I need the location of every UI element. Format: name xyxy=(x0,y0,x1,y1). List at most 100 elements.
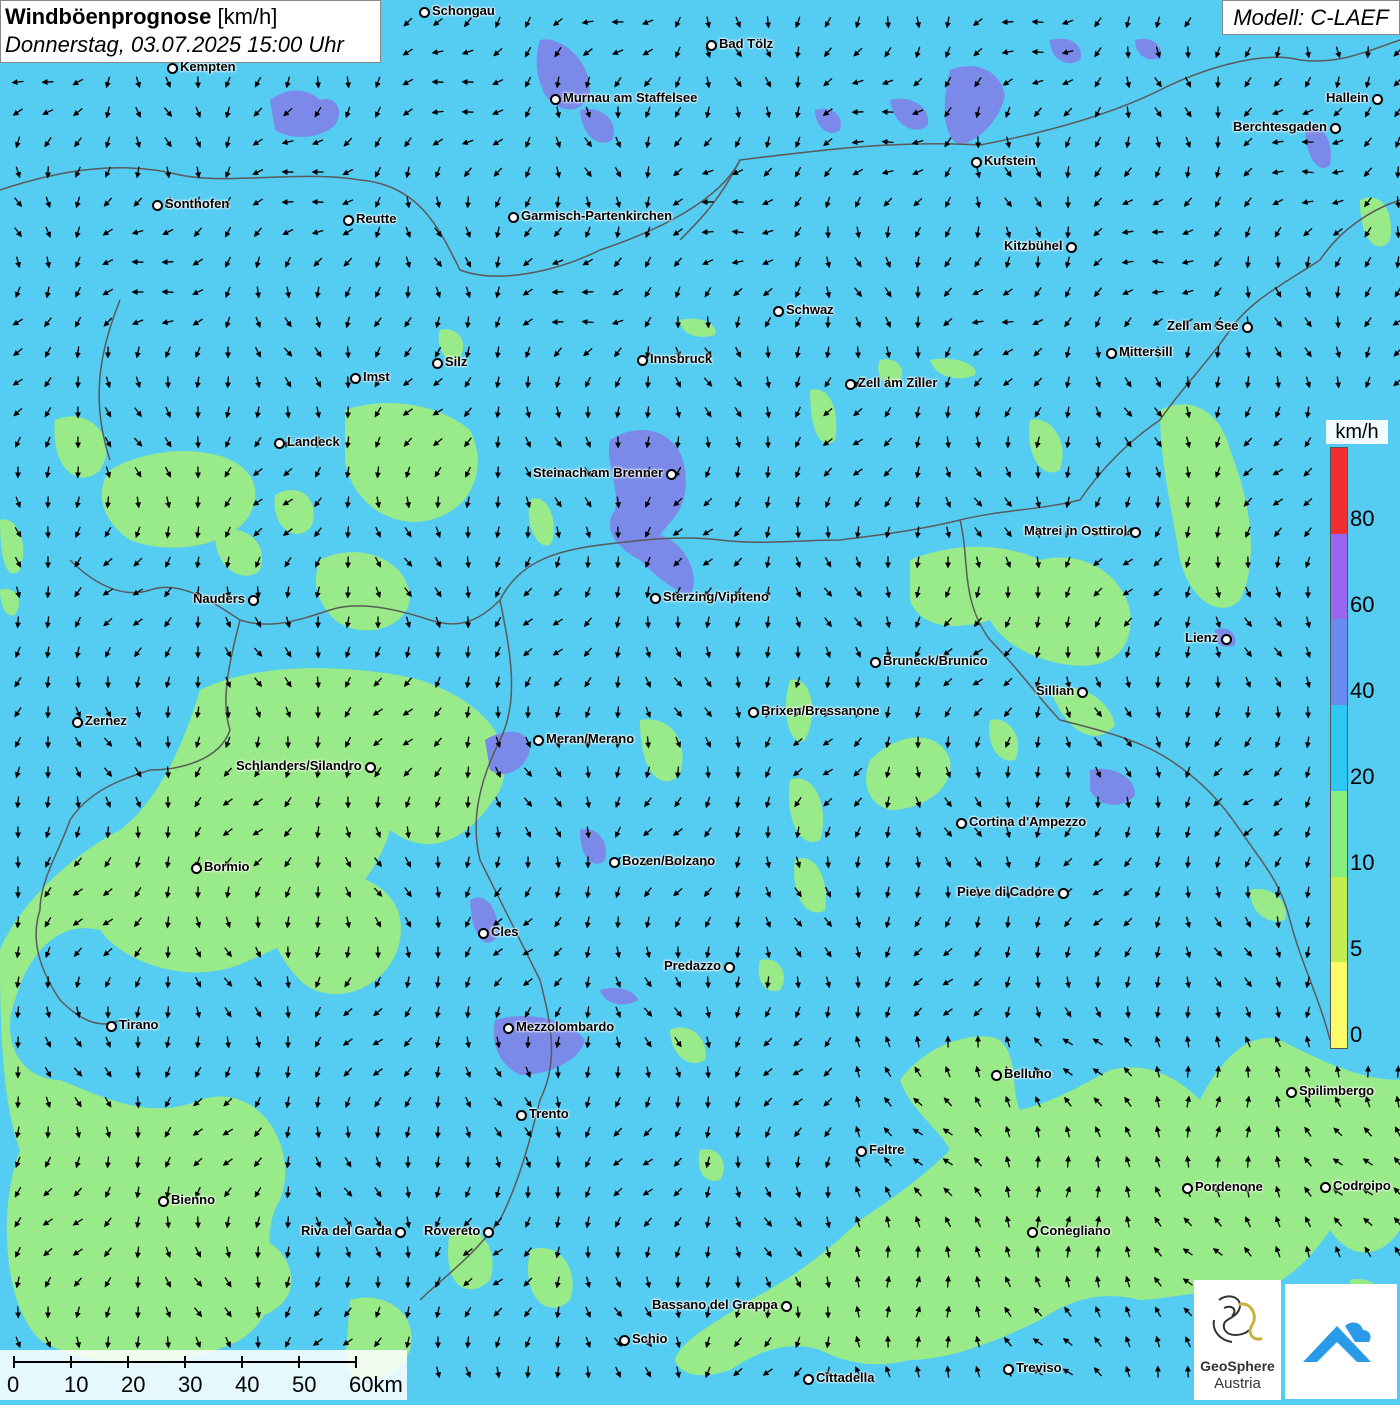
city-marker[interactable] xyxy=(158,1196,169,1207)
wind-arrow xyxy=(318,887,319,898)
wind-arrow xyxy=(1098,467,1099,478)
city-marker[interactable] xyxy=(845,379,856,390)
wind-arrow xyxy=(708,977,709,988)
wind-arrow xyxy=(553,292,564,293)
scale-label: 30 xyxy=(178,1372,202,1398)
city-marker[interactable] xyxy=(503,1023,514,1034)
city-marker[interactable] xyxy=(419,7,430,18)
city-marker[interactable] xyxy=(191,863,202,874)
wind-arrow xyxy=(348,347,349,358)
wind-arrow xyxy=(618,1067,619,1078)
wind-arrow xyxy=(918,317,919,328)
wind-arrow xyxy=(1398,1067,1399,1078)
city-marker[interactable] xyxy=(516,1110,527,1121)
legend-segment xyxy=(1331,962,1347,1048)
city-marker[interactable] xyxy=(350,373,361,384)
city-marker[interactable] xyxy=(748,707,759,718)
city-marker[interactable] xyxy=(956,818,967,829)
city-marker[interactable] xyxy=(666,469,677,480)
city-marker[interactable] xyxy=(637,355,648,366)
city-marker[interactable] xyxy=(706,40,717,51)
wind-arrow xyxy=(978,137,979,148)
city-marker[interactable] xyxy=(1320,1182,1331,1193)
wind-arrow xyxy=(888,1247,889,1258)
city-label: Kufstein xyxy=(984,153,1036,168)
wind-arrow xyxy=(1278,257,1279,268)
city-marker[interactable] xyxy=(365,762,376,773)
city-label: Bienno xyxy=(171,1192,215,1207)
city-marker[interactable] xyxy=(106,1021,117,1032)
city-marker[interactable] xyxy=(167,63,178,74)
model-label: Modell: C-LAEF xyxy=(1222,0,1400,35)
geosphere-logo: GeoSphere Austria xyxy=(1194,1280,1281,1400)
city-marker[interactable] xyxy=(478,928,489,939)
wind-arrow xyxy=(498,467,499,478)
city-marker[interactable] xyxy=(152,200,163,211)
wind-arrow xyxy=(288,1217,289,1228)
city-marker[interactable] xyxy=(619,1335,630,1346)
city-marker[interactable] xyxy=(803,1374,814,1385)
scale-label: 0 xyxy=(7,1372,19,1398)
wind-arrow xyxy=(648,377,649,388)
city-marker[interactable] xyxy=(1242,322,1253,333)
city-marker[interactable] xyxy=(1182,1183,1193,1194)
city-marker[interactable] xyxy=(1221,634,1232,645)
city-marker[interactable] xyxy=(781,1301,792,1312)
city-marker[interactable] xyxy=(971,157,982,168)
scale-label: 20 xyxy=(121,1372,145,1398)
wind-arrow xyxy=(18,1307,19,1318)
city-marker[interactable] xyxy=(991,1070,1002,1081)
city-marker[interactable] xyxy=(1330,123,1341,134)
city-marker[interactable] xyxy=(1066,242,1077,253)
city-label: Hallein xyxy=(1326,90,1369,105)
wind-arrow xyxy=(1188,1367,1189,1378)
city-marker[interactable] xyxy=(1130,527,1141,538)
wind-arrow xyxy=(1033,52,1044,53)
city-marker[interactable] xyxy=(72,717,83,728)
geosphere-logo-icon xyxy=(1194,1280,1281,1358)
city-marker[interactable] xyxy=(1003,1364,1014,1375)
city-label: Sillian xyxy=(1036,683,1074,698)
city-marker[interactable] xyxy=(248,595,259,606)
city-marker[interactable] xyxy=(870,657,881,668)
city-marker[interactable] xyxy=(550,94,561,105)
wind-arrow xyxy=(678,1277,679,1288)
city-marker[interactable] xyxy=(1372,94,1383,105)
city-label: Cles xyxy=(491,924,518,939)
wind-arrow xyxy=(468,197,469,208)
city-marker[interactable] xyxy=(856,1146,867,1157)
wind-arrow xyxy=(1033,22,1044,23)
city-marker[interactable] xyxy=(508,212,519,223)
city-label: Bruneck/Brunico xyxy=(883,653,988,668)
city-marker[interactable] xyxy=(432,358,443,369)
city-marker[interactable] xyxy=(274,438,285,449)
city-label: Trento xyxy=(529,1106,569,1121)
city-marker[interactable] xyxy=(395,1227,406,1238)
city-marker[interactable] xyxy=(343,215,354,226)
city-marker[interactable] xyxy=(773,306,784,317)
wind-arrow xyxy=(168,767,169,778)
city-marker[interactable] xyxy=(1106,348,1117,359)
wind-arrow xyxy=(18,857,19,868)
wind-arrow xyxy=(163,292,174,293)
city-marker[interactable] xyxy=(533,735,544,746)
city-marker[interactable] xyxy=(650,593,661,604)
wind-arrow xyxy=(1008,437,1009,448)
city-marker[interactable] xyxy=(724,962,735,973)
city-marker[interactable] xyxy=(1077,687,1088,698)
wind-arrow xyxy=(258,1337,259,1348)
wind-arrow xyxy=(1128,47,1129,58)
wind-arrow xyxy=(588,557,589,568)
wind-arrow xyxy=(1218,677,1219,688)
wind-arrow xyxy=(918,1247,919,1258)
city-marker[interactable] xyxy=(609,857,620,868)
wind-arrow xyxy=(528,527,529,538)
city-label: Codroipo xyxy=(1333,1178,1391,1193)
wind-arrow xyxy=(78,377,79,388)
wind-arrow xyxy=(318,737,319,748)
city-marker[interactable] xyxy=(483,1227,494,1238)
city-marker[interactable] xyxy=(1027,1227,1038,1238)
city-marker[interactable] xyxy=(1286,1087,1297,1098)
title-text: Windböenprognose xyxy=(5,4,211,29)
city-marker[interactable] xyxy=(1058,888,1069,899)
